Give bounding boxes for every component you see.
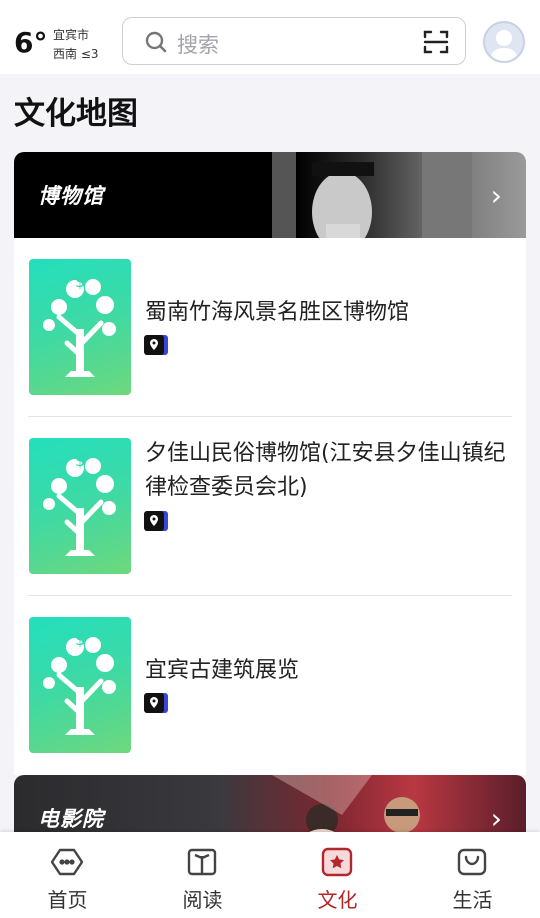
map-pin-icon[interactable] — [144, 693, 168, 713]
statue-image — [272, 152, 472, 238]
map-pin-icon[interactable] — [144, 335, 168, 355]
tab-reading[interactable]: 阅读 — [135, 832, 270, 918]
search-placeholder: 搜索 — [177, 33, 219, 57]
scan-icon[interactable] — [423, 29, 449, 59]
shopping-bag-icon — [456, 846, 488, 878]
tree-icon: $ — [43, 451, 116, 556]
culture-icon — [321, 846, 353, 878]
tab-home[interactable]: 首页 — [0, 832, 135, 918]
cinema-section-title: 电影院 — [38, 807, 104, 831]
list-item[interactable]: $ 夕佳山民俗博物馆(江安县夕佳山镇纪律检查委员会北) — [28, 417, 512, 596]
museum-list: $ 蜀南竹海风景名胜区博物馆 $ 夕佳山民俗博物馆(江安县夕佳山镇纪律检查委员会… — [14, 238, 526, 775]
tree-thumbnail: $ — [29, 259, 131, 395]
tree-icon: $ — [43, 272, 116, 377]
city-name: 宜宾市 — [53, 28, 90, 42]
tree-thumbnail: $ — [29, 438, 131, 574]
item-name: 蜀南竹海风景名胜区博物馆 — [145, 300, 410, 325]
tab-life-label: 生活 — [452, 888, 493, 912]
temperature: 6° — [14, 26, 48, 59]
list-item[interactable]: $ 蜀南竹海风景名胜区博物馆 — [28, 238, 512, 417]
svg-text:$: $ — [75, 630, 85, 649]
tab-reading-label: 阅读 — [182, 888, 223, 912]
tab-culture[interactable]: 文化 — [270, 832, 405, 918]
weather-location[interactable]: 宜宾市 西南 ≤3 — [53, 26, 99, 64]
home-icon — [50, 846, 84, 878]
tree-thumbnail: $ — [29, 617, 131, 753]
item-name: 夕佳山民俗博物馆(江安县夕佳山镇纪律检查委员会北) — [145, 441, 506, 500]
bottom-tab-bar: 首页 阅读 文化 生活 — [0, 832, 540, 918]
list-item[interactable]: $ 宜宾古建筑展览 — [28, 596, 512, 775]
avatar[interactable] — [483, 21, 525, 63]
tab-home-label: 首页 — [47, 888, 88, 912]
svg-text:$: $ — [75, 272, 85, 291]
tab-life[interactable]: 生活 — [405, 832, 540, 918]
search-icon — [145, 31, 167, 57]
museum-section-title: 博物馆 — [38, 184, 104, 208]
chevron-right-icon: › — [490, 179, 502, 212]
page-title: 文化地图 — [14, 96, 138, 132]
museum-section-banner[interactable]: 博物馆 › — [14, 152, 526, 238]
book-icon — [186, 846, 218, 878]
tab-culture-label: 文化 — [317, 888, 358, 912]
wind-info: 西南 ≤3 — [53, 47, 99, 61]
item-name: 宜宾古建筑展览 — [145, 658, 300, 683]
top-header: 6° 宜宾市 西南 ≤3 搜索 — [0, 0, 540, 74]
tree-icon: $ — [43, 630, 116, 735]
svg-text:$: $ — [75, 451, 85, 470]
map-pin-icon[interactable] — [144, 511, 168, 531]
chevron-right-icon: › — [490, 802, 502, 835]
search-bar[interactable]: 搜索 — [122, 17, 466, 65]
